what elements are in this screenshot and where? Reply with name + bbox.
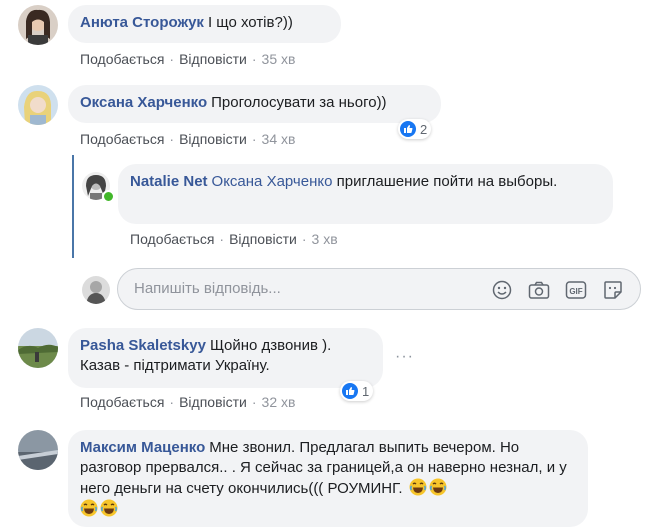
laughing-emoji-icon (409, 478, 427, 496)
comment-text: приглашение пойти на выборы. (336, 173, 558, 190)
laughing-emoji-icon (80, 499, 98, 517)
like-link[interactable]: Подобається (130, 231, 214, 247)
avatar[interactable] (18, 328, 58, 368)
avatar[interactable] (18, 5, 58, 45)
separator-dot: · (251, 51, 257, 67)
timestamp[interactable]: 35 хв (262, 51, 296, 67)
separator-dot: · (251, 131, 257, 147)
comment-text: Проголосувати за нього)) (211, 94, 387, 111)
reply-link[interactable]: Відповісти (179, 51, 247, 67)
like-reaction-icon (342, 383, 358, 399)
avatar[interactable] (18, 85, 58, 125)
comment-actions: Подобається · Відповісти · 32 хв (80, 394, 295, 410)
svg-text:GIF: GIF (569, 287, 582, 296)
reaction-number: 2 (420, 121, 428, 137)
separator-dot: · (169, 51, 175, 67)
reply-link[interactable]: Відповісти (179, 131, 247, 147)
separator-dot: · (251, 394, 257, 410)
comment-bubble: Natalie Net Оксана Харченко приглашение п… (118, 164, 613, 224)
comment-author[interactable]: Pasha Skaletskyy (80, 337, 206, 354)
like-link[interactable]: Подобається (80, 131, 164, 147)
avatar (82, 276, 110, 304)
timestamp[interactable]: 34 хв (262, 131, 296, 147)
comment-bubble: Оксана Харченко Проголосувати за нього)) (68, 85, 441, 123)
reaction-count[interactable]: 1 (340, 381, 374, 401)
reply-placeholder: Напишіть відповідь... (134, 280, 281, 297)
comment-actions: Подобається · Відповісти · 34 хв (80, 131, 295, 147)
separator-dot: · (301, 231, 307, 247)
comment-bubble: Pasha Skaletskyy Щойно дзвонив ). Казав -… (68, 328, 383, 388)
like-reaction-icon (400, 121, 416, 137)
laughing-emoji-icon (100, 499, 118, 517)
comment-bubble: Анюта Сторожук І що хотів?)) (68, 5, 341, 43)
mention-link[interactable]: Оксана Харченко (212, 173, 333, 190)
timestamp[interactable]: 3 хв (312, 231, 338, 247)
like-link[interactable]: Подобається (80, 51, 164, 67)
laughing-emoji-icon (429, 478, 447, 496)
separator-dot: · (169, 394, 175, 410)
more-options-icon[interactable]: ··· (395, 348, 414, 366)
sticker-icon[interactable] (601, 278, 625, 302)
comment-actions: Подобається · Відповісти · 35 хв (80, 51, 295, 67)
reply-thread-line (72, 155, 74, 258)
like-link[interactable]: Подобається (80, 394, 164, 410)
avatar[interactable] (18, 430, 58, 470)
reaction-count[interactable]: 2 (398, 119, 432, 139)
comment-bubble: Максим Маценко Мне звонил. Предлагал выпи… (68, 430, 588, 527)
comment-actions: Подобається · Відповісти · 3 хв (130, 231, 338, 247)
gif-icon[interactable]: GIF (564, 278, 588, 302)
comment-author[interactable]: Natalie Net (130, 173, 208, 190)
comment-author[interactable]: Максим Маценко (80, 439, 205, 456)
reaction-number: 1 (362, 383, 370, 399)
comment-text: І що хотів?)) (207, 14, 293, 31)
reply-link[interactable]: Відповісти (229, 231, 297, 247)
emoji-icon[interactable] (490, 278, 514, 302)
timestamp[interactable]: 32 хв (262, 394, 296, 410)
camera-icon[interactable] (527, 278, 551, 302)
online-status-dot (102, 190, 115, 203)
reply-input[interactable]: Напишіть відповідь... GIF (117, 268, 641, 310)
comment-author[interactable]: Анюта Сторожук (80, 14, 204, 31)
comment-author[interactable]: Оксана Харченко (80, 94, 207, 111)
separator-dot: · (169, 131, 175, 147)
reply-link[interactable]: Відповісти (179, 394, 247, 410)
separator-dot: · (219, 231, 225, 247)
